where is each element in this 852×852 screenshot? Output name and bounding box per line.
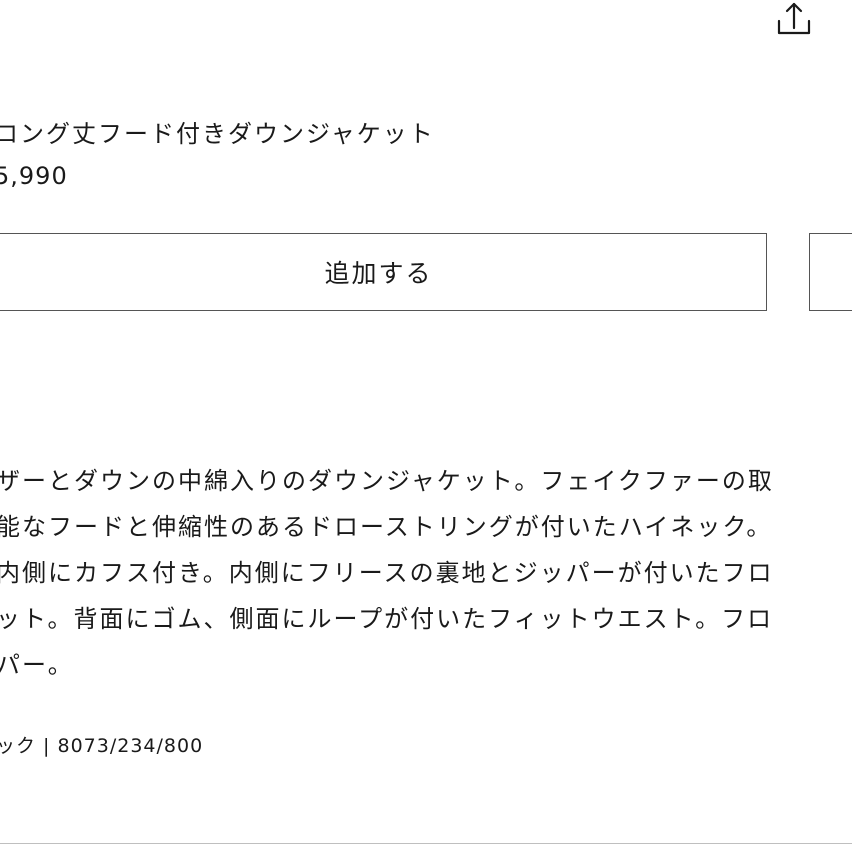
save-button[interactable]	[809, 233, 852, 311]
add-to-cart-button[interactable]: 追加する	[0, 233, 767, 311]
product-reference-code: ック | 8073/234/800	[0, 735, 204, 757]
description-line: パー。	[0, 651, 74, 679]
description-line: 内側にカフス付き。内側にフリースの裏地とジッパーが付いたフロ	[0, 559, 774, 587]
description-line: ザーとダウンの中綿入りのダウンジャケット。フェイクファーの取	[0, 467, 774, 495]
bottom-divider	[0, 843, 852, 844]
share-button[interactable]	[772, 0, 816, 40]
product-description: ザーとダウンの中綿入りのダウンジャケット。フェイクファーの取 能なフードと伸縮性…	[0, 458, 852, 688]
description-line: ット。背面にゴム、側面にループが付いたフィットウエスト。フロ	[0, 605, 774, 633]
product-price: 5,990	[0, 162, 68, 190]
description-line: 能なフードと伸縮性のあるドローストリングが付いたハイネック。	[0, 513, 773, 541]
product-title: ロング丈フード付きダウンジャケット	[0, 120, 435, 148]
share-upload-icon	[777, 2, 811, 35]
